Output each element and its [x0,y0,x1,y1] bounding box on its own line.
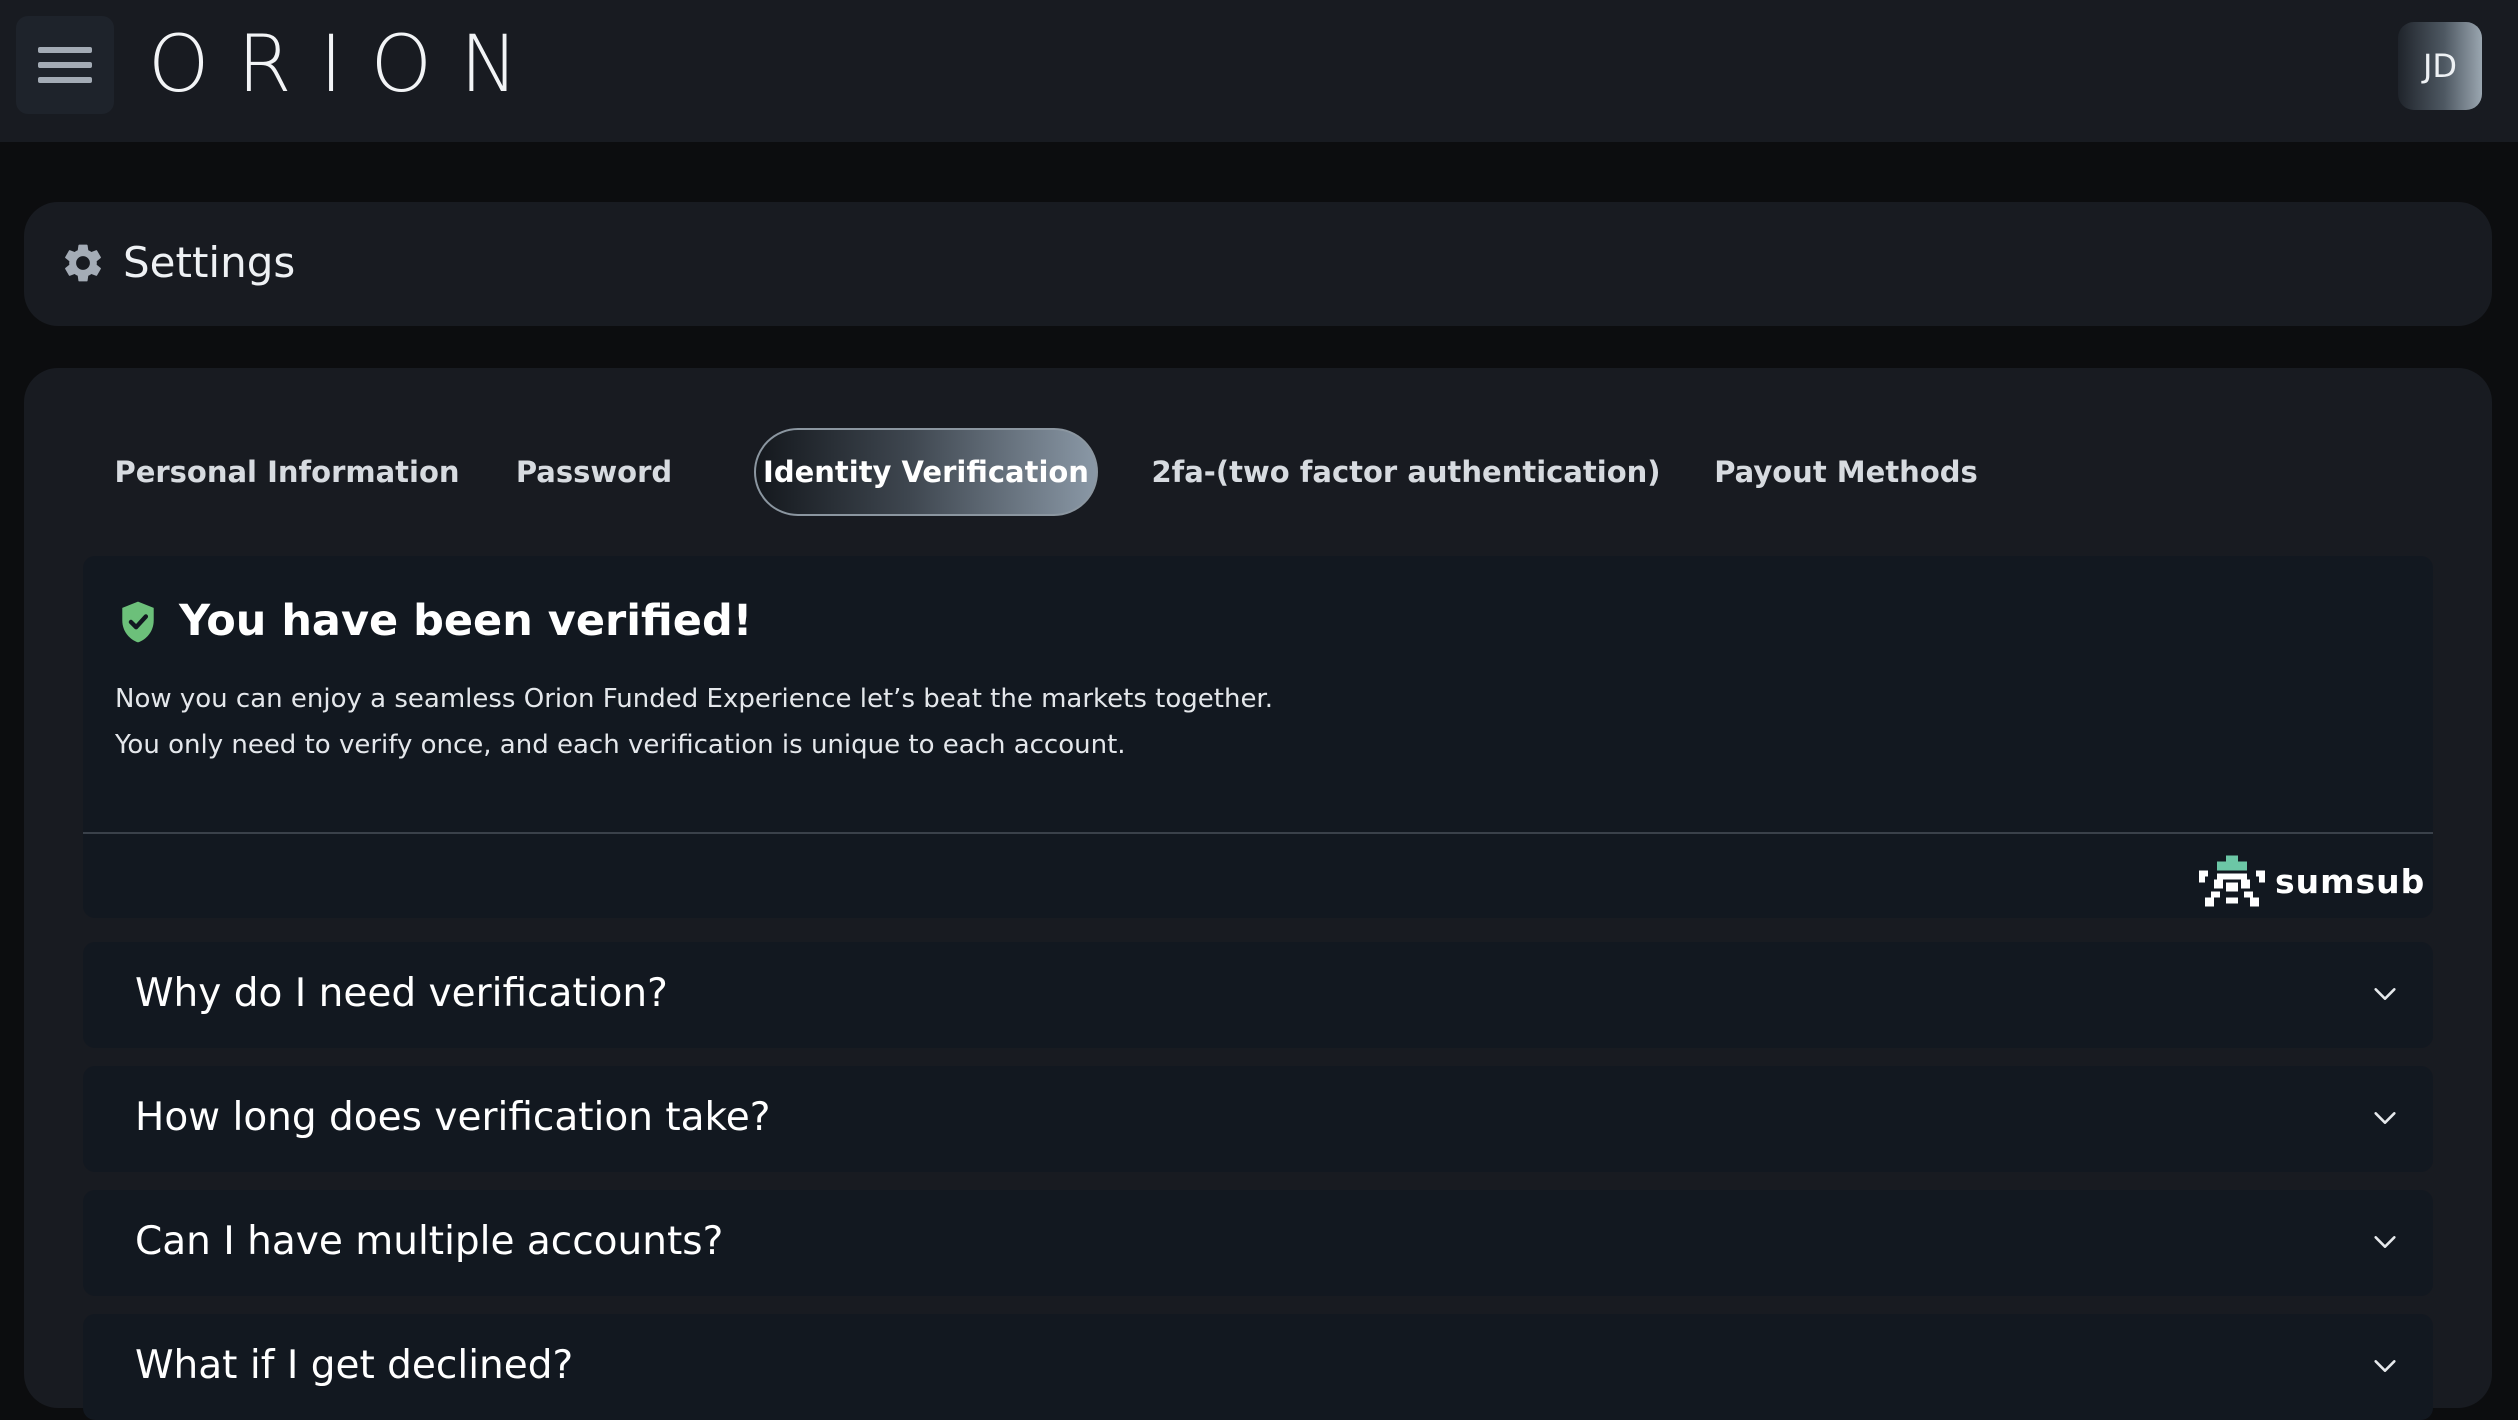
settings-card: Personal Information Password Identity V… [24,368,2492,1420]
orion-logo[interactable]: ORION [148,20,547,110]
faq-question: Why do I need verification? [135,971,668,1016]
chevron-down-icon [2374,988,2396,1000]
tab-personal-information[interactable]: Personal Information [99,428,475,516]
sumsub-mascot-icon [2199,855,2265,907]
tab-password[interactable]: Password [494,428,694,516]
chevron-down-icon [2374,1112,2396,1124]
logo-text: ORION [148,20,547,110]
settings-header: Settings [24,202,2492,326]
verified-shield-icon [122,601,154,643]
verification-status-card: You have been verified! Now you can enjo… [83,556,2433,918]
faq-item-declined[interactable]: What if I get declined? [83,1314,2433,1420]
menu-icon-bar [38,62,92,68]
divider [83,832,2433,834]
user-avatar[interactable]: JD [2398,22,2482,110]
faq-item-how-long[interactable]: How long does verification take? [83,1066,2433,1172]
faq-item-multiple-accounts[interactable]: Can I have multiple accounts? [83,1190,2433,1296]
faq-item-why-verification[interactable]: Why do I need verification? [83,942,2433,1048]
tab-identity-verification[interactable]: Identity Verification [754,428,1098,516]
chevron-down-icon [2374,1360,2396,1372]
verification-message: Now you can enjoy a seamless Orion Funde… [115,684,1274,714]
verification-title: You have been verified! [179,596,753,646]
faq-question: What if I get declined? [135,1343,574,1388]
sumsub-text: sumsub [2275,861,2426,901]
tab-payout-methods[interactable]: Payout Methods [1704,428,1988,516]
hamburger-menu-button[interactable] [16,16,114,114]
tab-two-factor-authentication[interactable]: 2fa-(two factor authentication) [1151,428,1660,516]
gear-icon [65,244,101,282]
top-bar: ORION JD [0,0,2518,142]
faq-question: Can I have multiple accounts? [135,1219,724,1264]
menu-icon-bar [38,47,92,53]
page-title: Settings [123,238,296,287]
menu-icon-bar [38,77,92,83]
chevron-down-icon [2374,1236,2396,1248]
verification-note: You only need to verify once, and each v… [115,730,1126,760]
faq-question: How long does verification take? [135,1095,771,1140]
sumsub-logo: sumsub [2199,852,2425,910]
